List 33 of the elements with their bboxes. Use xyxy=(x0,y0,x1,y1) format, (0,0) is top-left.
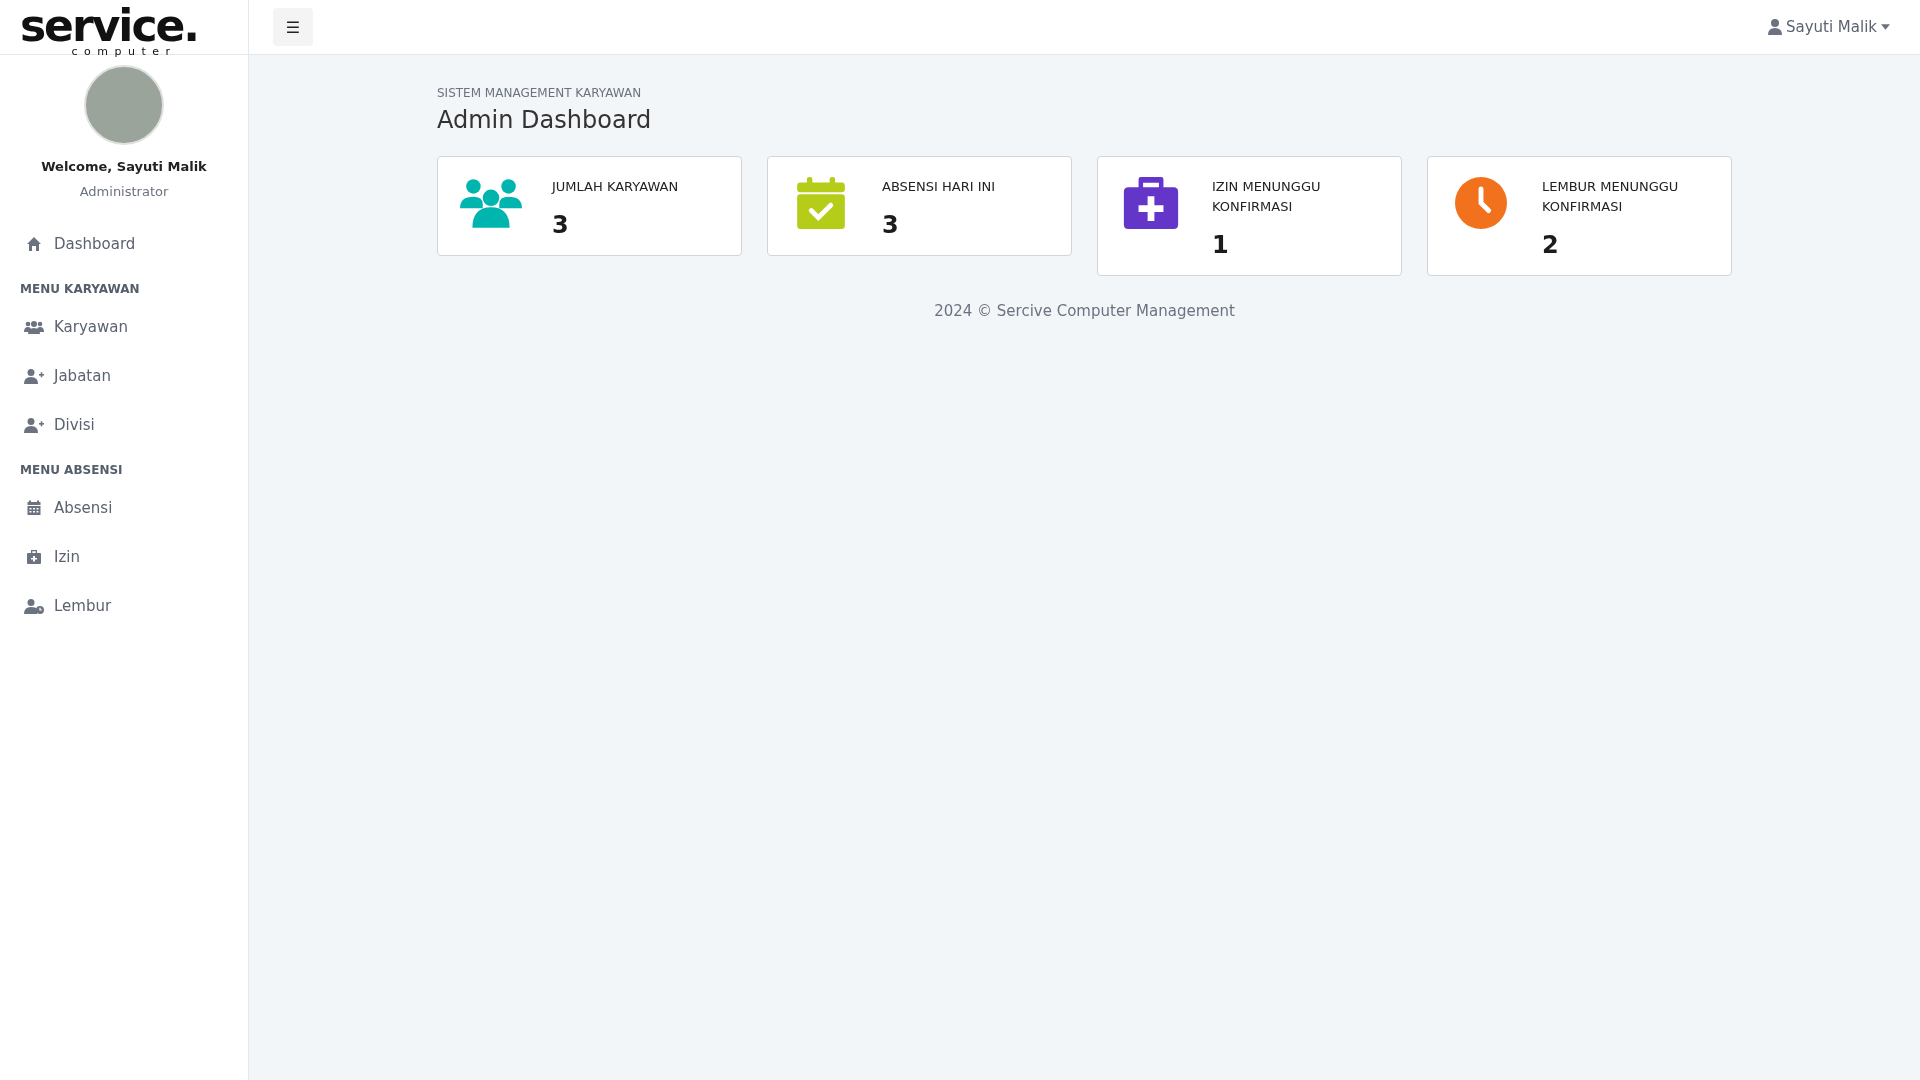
user-icon xyxy=(1767,19,1782,35)
logo-subtitle: computer xyxy=(71,46,177,58)
logo-wordmark: service. xyxy=(19,6,199,46)
sidebar-item[interactable]: Lembur xyxy=(54,596,112,615)
welcome-text: Welcome, Sayuti Malik xyxy=(41,159,207,174)
stat-label: IZIN MENUNGGU KONFIRMASI xyxy=(1212,178,1322,216)
sidebar-item[interactable]: Dashboard xyxy=(54,234,136,253)
users-icon xyxy=(24,318,44,335)
sidebar-item[interactable]: Absensi xyxy=(54,498,113,517)
user-role: Administrator xyxy=(79,184,169,199)
stat-value: 2 xyxy=(1542,231,1560,259)
stat-label: JUMLAH KARYAWAN xyxy=(552,178,679,196)
stat-label: ABSENSI HARI INI xyxy=(882,178,996,196)
sidebar-item[interactable]: Divisi xyxy=(54,415,95,434)
menu-toggle-button[interactable]: ☰ xyxy=(273,8,313,46)
caret-icon xyxy=(1881,24,1890,30)
medkit-icon xyxy=(24,548,44,565)
stat-value: 1 xyxy=(1212,231,1230,259)
user-plus-icon xyxy=(24,367,44,384)
page-title: Admin Dashboard xyxy=(437,106,653,134)
stat-label: LEMBUR MENUNGGU KONFIRMASI xyxy=(1542,178,1680,216)
stat-value: 3 xyxy=(552,211,570,239)
menu-heading: MENU ABSENSI xyxy=(19,462,124,479)
breadcrumb: SISTEM MANAGEMENT KARYAWAN xyxy=(437,86,643,100)
sidebar-item[interactable]: Karyawan xyxy=(54,317,128,336)
stat-value: 3 xyxy=(882,211,900,239)
sidebar-item[interactable]: Jabatan xyxy=(54,366,111,385)
user-plus-icon xyxy=(24,416,44,433)
user-menu[interactable]: Sayuti Malik xyxy=(1761,17,1896,37)
user-clock-icon xyxy=(24,597,44,614)
footer-text: 2024 © Sercive Computer Management xyxy=(934,302,1235,320)
sidebar-item[interactable]: Izin xyxy=(54,547,80,566)
menu-heading: MENU KARYAWAN xyxy=(19,281,141,298)
